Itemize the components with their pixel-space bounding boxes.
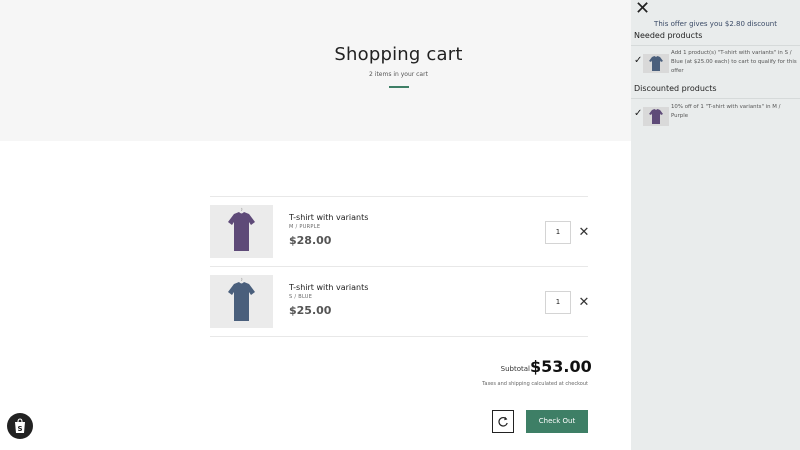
divider (210, 336, 588, 337)
update-cart-button[interactable] (492, 410, 514, 433)
remove-icon[interactable]: ✕ (578, 296, 590, 309)
divider (631, 98, 800, 99)
refresh-icon (498, 416, 508, 427)
checkout-button[interactable]: Check Out (526, 410, 588, 433)
product-price: $25.00 (289, 304, 332, 317)
shopify-bag-icon[interactable]: S (7, 413, 33, 439)
product-price: $28.00 (289, 234, 332, 247)
product-thumbnail (643, 107, 669, 126)
product-image[interactable] (210, 275, 273, 328)
divider (210, 196, 588, 197)
checkmark-icon: ✓ (634, 55, 643, 66)
quantity-input[interactable]: 1 (545, 221, 571, 244)
quantity-input[interactable]: 1 (545, 291, 571, 314)
divider (631, 45, 800, 46)
offer-panel: ✕ This offer gives you $2.80 discount Ne… (631, 0, 800, 450)
product-variant: S / BLUE (289, 294, 313, 300)
product-variant: M / PURPLE (289, 224, 321, 230)
subtotal-label: Subtotal (500, 365, 530, 373)
svg-text:S: S (17, 425, 22, 433)
discounted-products-title: Discounted products (634, 84, 717, 93)
offer-discount-text: This offer gives you $2.80 discount (654, 20, 777, 28)
taxes-note: Taxes and shipping calculated at checkou… (482, 381, 588, 387)
divider (210, 266, 588, 267)
product-thumbnail (643, 54, 669, 73)
product-name[interactable]: T-shirt with variants (289, 213, 368, 222)
checkmark-icon: ✓ (634, 108, 643, 119)
subtotal-value: $53.00 (530, 357, 592, 376)
product-image[interactable] (210, 205, 273, 258)
close-icon[interactable]: ✕ (635, 0, 650, 18)
remove-icon[interactable]: ✕ (578, 226, 590, 239)
discounted-product-description: 10% off of 1 "T-shirt with variants" in … (671, 104, 781, 119)
needed-product-description: Add 1 product(s) "T-shirt with variants"… (671, 50, 797, 74)
product-name[interactable]: T-shirt with variants (289, 283, 368, 292)
needed-products-title: Needed products (634, 31, 703, 40)
title-underline (389, 86, 409, 88)
